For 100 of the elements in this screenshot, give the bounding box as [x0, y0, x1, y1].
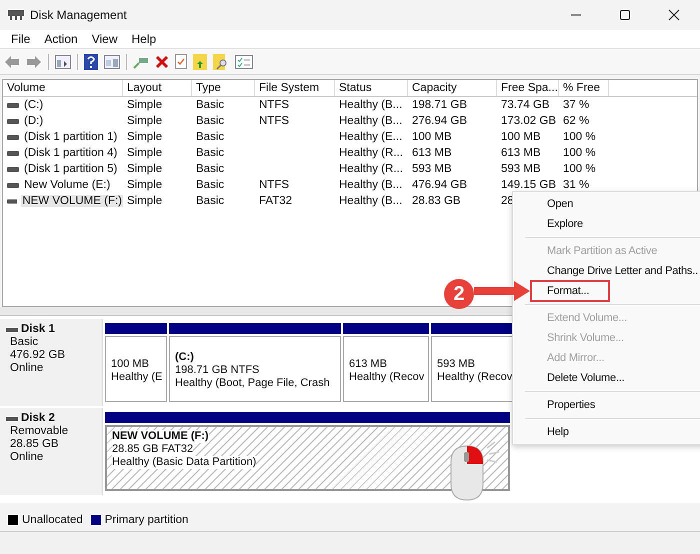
table-cell[interactable]: (Disk 1 partition 5) — [23, 163, 118, 175]
partition-label: (C:) — [175, 351, 195, 364]
column-header[interactable]: Capacity — [408, 80, 497, 96]
disk-status: Online — [10, 451, 44, 464]
console-tree-icon[interactable] — [55, 54, 71, 68]
partition-status: Healthy (Basic Data Partition) — [112, 456, 256, 469]
table-cell[interactable]: (Disk 1 partition 4) — [23, 147, 118, 159]
table-cell: 100 MB — [412, 131, 452, 143]
table-cell: Simple — [127, 163, 162, 175]
menu-item[interactable]: Format... — [531, 281, 609, 301]
drive-icon — [7, 102, 19, 108]
partition-size: 198.71 GB NTFS — [175, 364, 260, 377]
table-cell: 149.15 GB — [501, 179, 556, 191]
disk-size: 28.85 GB — [10, 438, 60, 451]
column-header[interactable]: File System — [255, 80, 335, 96]
table-cell: 100 % — [563, 131, 596, 143]
table-cell: FAT32 — [259, 195, 292, 207]
disk-size: 476.92 GB — [10, 349, 66, 362]
table-cell: 37 % — [563, 99, 590, 111]
table-cell: Simple — [127, 179, 162, 191]
partition-status: Healthy (Boot, Page File, Crash — [175, 377, 331, 390]
back-arrow-icon[interactable] — [4, 54, 20, 68]
menu-item[interactable]: Action — [37, 32, 85, 46]
table-cell: NTFS — [259, 179, 290, 191]
help-icon[interactable] — [84, 54, 98, 70]
table-cell: 62 % — [563, 115, 590, 127]
close-icon[interactable] — [668, 9, 680, 21]
menu-item[interactable]: View — [84, 32, 124, 46]
menu-item[interactable]: Properties — [513, 395, 700, 415]
forward-arrow-icon[interactable] — [26, 54, 42, 68]
table-cell: Basic — [196, 115, 224, 127]
disk-type: Removable — [10, 425, 70, 438]
menu-item[interactable]: File — [4, 32, 38, 46]
disk-name: Disk 1 — [21, 323, 55, 336]
partition-size: 28.85 GB FAT32 — [112, 443, 194, 456]
table-cell[interactable]: New Volume (E:) — [23, 179, 112, 191]
menu-item[interactable]: Change Drive Letter and Paths.. — [513, 261, 700, 281]
table-cell: Basic — [196, 147, 224, 159]
table-cell: 173.02 GB — [501, 115, 556, 127]
menu-item[interactable]: Explore — [513, 214, 700, 234]
partition-size: 100 MB — [111, 358, 150, 370]
table-cell: NTFS — [259, 99, 290, 111]
menu-item[interactable]: Help — [513, 422, 700, 442]
table-cell: Healthy (E... — [339, 131, 402, 143]
drive-icon — [7, 118, 19, 124]
table-cell: Healthy (R... — [339, 163, 403, 175]
table-cell: Simple — [127, 115, 162, 127]
table-cell: Basic — [196, 179, 224, 191]
partition-size: 593 MB — [437, 358, 476, 370]
column-header[interactable]: Volume — [3, 80, 123, 96]
table-cell[interactable]: (C:) — [23, 99, 44, 111]
table-cell: Simple — [127, 195, 162, 207]
drive-icon — [7, 182, 19, 188]
table-cell: 73.74 GB — [501, 99, 550, 111]
column-header[interactable]: Type — [192, 80, 255, 96]
checked-document-icon[interactable] — [175, 54, 187, 69]
table-cell: Simple — [127, 147, 162, 159]
drive-icon — [6, 328, 18, 332]
partition-label: NEW VOLUME (F:) — [112, 430, 209, 443]
partition-size: 613 MB — [349, 358, 388, 370]
disk-drive-icon — [8, 9, 24, 21]
table-cell: 100 MB — [501, 131, 541, 143]
table-cell: 593 MB — [412, 163, 452, 175]
disk-name: Disk 2 — [21, 412, 55, 425]
window-title: Disk Management — [30, 8, 127, 22]
menu-item[interactable]: Delete Volume... — [513, 368, 700, 388]
table-cell: NTFS — [259, 115, 290, 127]
disk-status: Online — [10, 362, 44, 375]
table-cell: 593 MB — [501, 163, 541, 175]
panel-icon[interactable] — [104, 54, 120, 68]
maximize-icon[interactable] — [619, 9, 631, 21]
table-cell: 198.71 GB — [412, 99, 467, 111]
table-cell: Healthy (B... — [339, 179, 402, 191]
column-header[interactable]: % Free — [559, 80, 609, 96]
drive-icon — [7, 198, 18, 204]
partition-status: Healthy (E — [111, 370, 164, 384]
legend-label: Unallocated — [22, 514, 83, 526]
folder-search-icon[interactable] — [213, 54, 229, 70]
checklist-icon[interactable] — [235, 54, 253, 68]
table-cell: Healthy (B... — [339, 195, 402, 207]
table-cell[interactable]: (D:) — [23, 115, 44, 127]
table-cell: 28.83 GB — [412, 195, 461, 207]
table-cell: Simple — [127, 131, 162, 143]
table-cell: 613 MB — [412, 147, 452, 159]
table-cell: Basic — [196, 163, 224, 175]
table-cell: 613 MB — [501, 147, 541, 159]
partition-status: Healthy (Recov — [349, 370, 426, 384]
table-cell: Basic — [196, 99, 224, 111]
column-header[interactable]: Status — [335, 80, 408, 96]
menu-item[interactable]: Help — [124, 32, 164, 46]
column-header[interactable]: Layout — [123, 80, 192, 96]
menu-item[interactable]: Open — [513, 194, 700, 214]
drive-icon — [7, 150, 19, 156]
pointer-arrow — [474, 280, 530, 302]
disk-type: Basic — [10, 336, 40, 349]
column-header[interactable]: Free Spa... — [497, 80, 559, 96]
delete-icon[interactable] — [155, 54, 169, 68]
table-cell: Healthy (B... — [339, 99, 402, 111]
table-cell[interactable]: (Disk 1 partition 1) — [23, 131, 118, 143]
table-cell[interactable]: NEW VOLUME (F:) — [21, 195, 123, 207]
